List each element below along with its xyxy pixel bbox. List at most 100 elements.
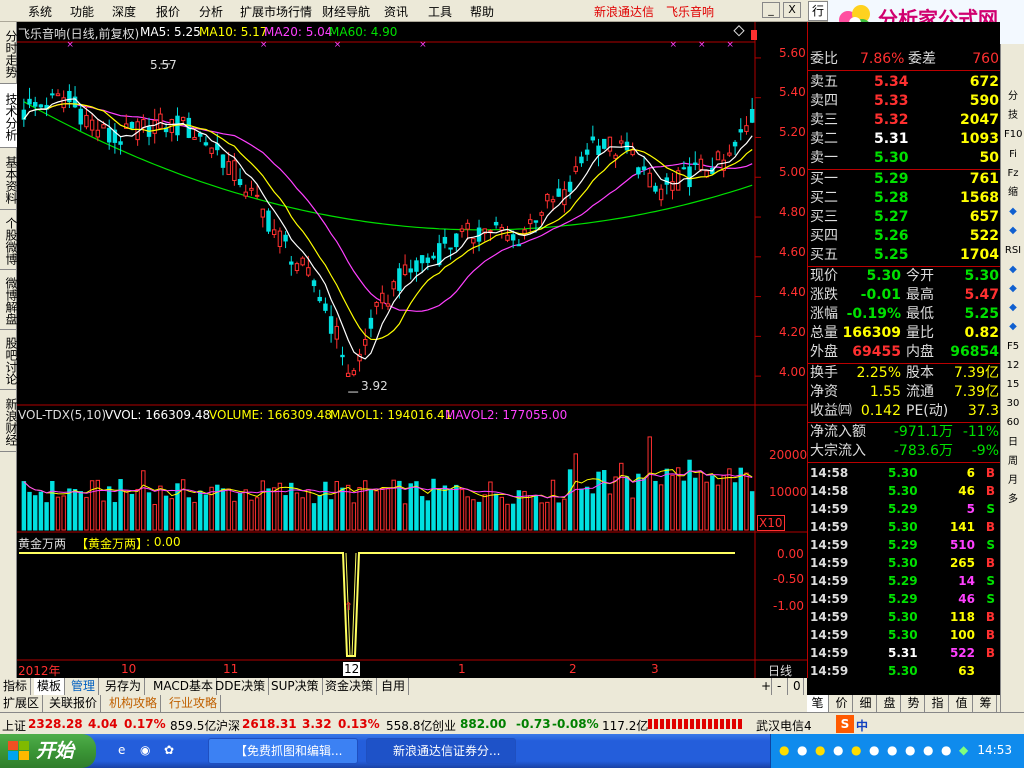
60min-icon[interactable]: 60 bbox=[1004, 414, 1022, 432]
zoom-control-button[interactable]: - bbox=[774, 678, 788, 695]
menu-quote[interactable]: 报价 bbox=[156, 3, 180, 20]
menu-finance-nav[interactable]: 财经导航 bbox=[322, 3, 370, 20]
right-panel-tab[interactable]: 势 bbox=[903, 695, 925, 712]
indicator-tab[interactable]: 自用 bbox=[378, 678, 410, 695]
12min-icon[interactable]: 12 bbox=[1004, 357, 1022, 375]
close-button[interactable]: X bbox=[783, 2, 801, 18]
indicator-tab[interactable]: 资金决策 bbox=[322, 678, 378, 695]
up-arrow-icon[interactable]: ◆ bbox=[1004, 203, 1022, 221]
tray-app-icon[interactable]: ● bbox=[923, 743, 933, 757]
kline-chart-canvas[interactable]: ⇑ × × × × × × × bbox=[17, 22, 807, 678]
tab-fundamentals[interactable]: 基本资料 bbox=[0, 148, 18, 210]
menu-function[interactable]: 功能 bbox=[70, 3, 94, 20]
ie-icon[interactable]: e bbox=[118, 743, 125, 757]
menu-depth[interactable]: 深度 bbox=[112, 3, 136, 20]
day-icon[interactable]: 日 bbox=[1004, 434, 1022, 452]
bid-row[interactable]: 买二 5.28 1568 bbox=[808, 189, 1001, 208]
indicator-tab[interactable]: DDE决策 bbox=[212, 678, 270, 695]
tab-stock-forum[interactable]: 股吧讨论 bbox=[0, 330, 18, 390]
indicator-tab[interactable]: 另存为 bbox=[102, 678, 146, 695]
right-panel-tab[interactable]: 筹 bbox=[975, 695, 997, 712]
15min-icon[interactable]: 15 bbox=[1004, 376, 1022, 394]
menu-analysis[interactable]: 分析 bbox=[199, 3, 223, 20]
tray-app-icon[interactable]: ● bbox=[905, 743, 915, 757]
tray-app-icon[interactable]: ● bbox=[941, 743, 951, 757]
bid-row[interactable]: 买一 5.29 761 bbox=[808, 170, 1001, 189]
f5-icon[interactable]: F5 bbox=[1004, 338, 1022, 356]
tab-weibo-analysis[interactable]: 微博解盘 bbox=[0, 270, 18, 330]
zoom-control-button[interactable]: 0 bbox=[790, 678, 804, 695]
indicator-tab[interactable]: 管理 bbox=[68, 678, 100, 695]
30min-icon[interactable]: 30 bbox=[1004, 395, 1022, 413]
tray-app-icon[interactable]: ● bbox=[851, 743, 861, 757]
ask-row[interactable]: 卖一 5.30 50 bbox=[808, 149, 1001, 168]
tray-app-icon[interactable]: ● bbox=[797, 743, 807, 757]
tab-stock-weibo[interactable]: 个股微博 bbox=[0, 210, 18, 270]
rsi-icon[interactable]: RSI bbox=[1004, 242, 1022, 260]
tick-row: 14:59 5.30 100 B bbox=[808, 626, 1001, 644]
indicator-tab[interactable]: SUP决策 bbox=[268, 678, 323, 695]
fz-icon[interactable]: Fz bbox=[1004, 165, 1022, 183]
config-icon[interactable]: ◆ bbox=[1004, 318, 1022, 336]
technical-icon[interactable]: 技 bbox=[1004, 107, 1022, 125]
week-icon[interactable]: 周 bbox=[1004, 453, 1022, 471]
tray-app-icon[interactable]: ● bbox=[869, 743, 879, 757]
quote-row-button[interactable]: 行 bbox=[808, 1, 828, 21]
zoom-control-button[interactable]: + bbox=[758, 678, 772, 695]
tray-app-icon[interactable]: ● bbox=[779, 743, 789, 757]
tray-app-icon[interactable]: ● bbox=[815, 743, 825, 757]
tab-technical[interactable]: 技术分析 bbox=[0, 84, 18, 148]
menu-system[interactable]: 系统 bbox=[28, 3, 52, 20]
bid-row[interactable]: 买三 5.27 657 bbox=[808, 208, 1001, 227]
left-right-icon[interactable]: ◆ bbox=[1004, 261, 1022, 279]
f10-icon[interactable]: F10 bbox=[1004, 126, 1022, 144]
chart-area[interactable]: ⇑ × × × × × × × 飞乐音响(日线,前复权) MA5: 5.25 MA10: 5… bbox=[17, 22, 807, 678]
ask-row[interactable]: 卖二 5.31 1093 bbox=[808, 130, 1001, 149]
extension-tab[interactable]: 关联报价 bbox=[46, 695, 102, 712]
extension-tab[interactable]: 行业攻略 bbox=[166, 695, 222, 712]
bid-row[interactable]: 买四 5.26 522 bbox=[808, 227, 1001, 246]
ask-row[interactable]: 卖五 5.34 672 bbox=[808, 73, 1001, 92]
indicator-tab[interactable]: 模板 bbox=[34, 678, 66, 695]
task-tdx-app[interactable]: 新浪通达信证券分... bbox=[366, 738, 516, 764]
ask-row[interactable]: 卖四 5.33 590 bbox=[808, 92, 1001, 111]
right-panel-tab[interactable]: 细 bbox=[855, 695, 877, 712]
down-arrow-icon[interactable]: ◆ bbox=[1004, 222, 1022, 240]
menu-help[interactable]: 帮助 bbox=[470, 3, 494, 20]
extension-tab[interactable]: 机构攻略 bbox=[106, 695, 162, 712]
right-panel-tab[interactable]: 价 bbox=[831, 695, 853, 712]
ask-volume: 590 bbox=[969, 93, 999, 109]
right-panel-tab[interactable]: 值 bbox=[951, 695, 973, 712]
intraday-icon[interactable]: 分 bbox=[1004, 88, 1022, 106]
task-screenshot-app[interactable]: 【免费抓图和编辑... bbox=[208, 738, 358, 764]
bid-row[interactable]: 买五 5.25 1704 bbox=[808, 246, 1001, 265]
quote-value: 5.30 bbox=[866, 268, 901, 284]
chart-icon[interactable]: ◆ bbox=[1004, 299, 1022, 317]
tray-security-icon[interactable]: ◆ bbox=[959, 743, 968, 757]
menu-tools[interactable]: 工具 bbox=[428, 3, 452, 20]
quick-launch-icon[interactable]: ✿ bbox=[164, 743, 174, 757]
month-icon[interactable]: 月 bbox=[1004, 472, 1022, 490]
tray-app-icon[interactable]: ● bbox=[833, 743, 843, 757]
finance-icon[interactable]: Fi bbox=[1004, 146, 1022, 164]
tab-sina-finance[interactable]: 新浪财经 bbox=[0, 390, 18, 452]
right-panel-tab[interactable]: 指 bbox=[927, 695, 949, 712]
indicator-tab[interactable]: MACD基本 bbox=[150, 678, 217, 695]
ask-row[interactable]: 卖三 5.32 2047 bbox=[808, 111, 1001, 130]
sogou-ime-icon[interactable]: S bbox=[836, 715, 854, 733]
indicator-tab[interactable]: 指标 bbox=[0, 678, 32, 695]
minimize-button[interactable]: _ bbox=[762, 2, 780, 18]
media-icon[interactable]: ◉ bbox=[140, 743, 150, 757]
move-icon[interactable]: ◆ bbox=[1004, 280, 1022, 298]
multi-icon[interactable]: 多 bbox=[1004, 491, 1022, 509]
zoom-icon[interactable]: 缩 bbox=[1004, 184, 1022, 202]
menu-news[interactable]: 资讯 bbox=[384, 3, 408, 20]
right-panel-tab[interactable]: 盘 bbox=[879, 695, 901, 712]
menu-extended-market[interactable]: 扩展市场行情 bbox=[240, 3, 312, 20]
period-label[interactable]: 日线 bbox=[768, 662, 792, 679]
ime-mode[interactable]: 中 bbox=[856, 717, 868, 734]
tray-app-icon[interactable]: ● bbox=[887, 743, 897, 757]
tab-intraday[interactable]: 分时走势 bbox=[0, 22, 18, 84]
extension-tab[interactable]: 扩展区 bbox=[0, 695, 44, 712]
right-panel-tab[interactable]: 笔 bbox=[807, 695, 829, 712]
